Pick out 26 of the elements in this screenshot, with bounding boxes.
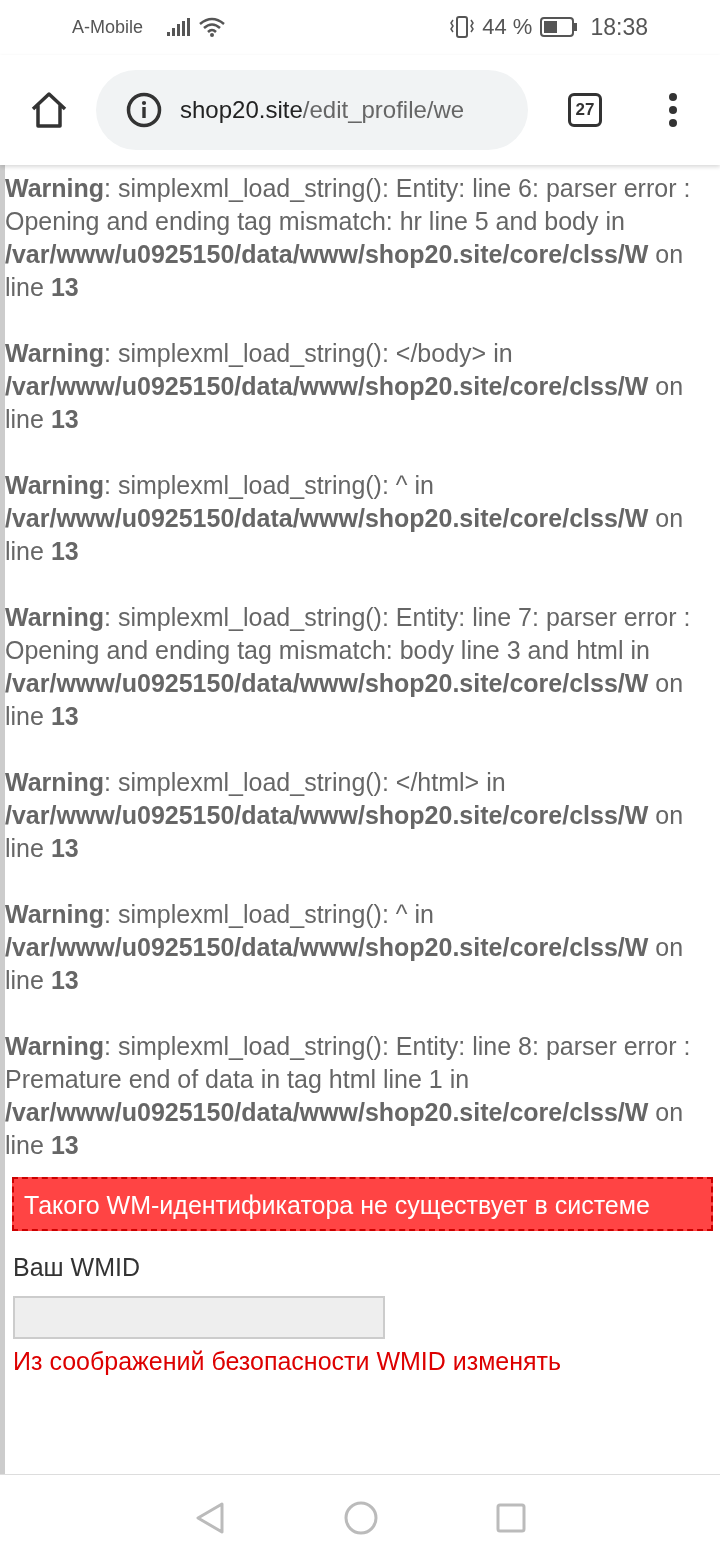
home-circle-icon[interactable] [344, 1500, 378, 1535]
info-icon[interactable] [126, 91, 162, 128]
vibrate-icon [450, 16, 475, 39]
warning-message: Warning: simplexml_load_string(): ^ in /var/www/u0925150/data/www/shop20.site/core/clss/W on line 13 [5, 898, 685, 996]
menu-icon[interactable] [668, 92, 678, 127]
tab-count[interactable]: 27 [568, 92, 602, 127]
address-bar[interactable]: shop20.site/edit_profile/we [96, 69, 528, 150]
error-banner: Такого WM-идентификатора не существует в системе [12, 1176, 713, 1231]
carrier-name: A-Mobile [72, 17, 144, 38]
warning-message: Warning: simplexml_load_string(): </body> in /var/www/u0925150/data/www/shop20.site/core/clss/W on line 13 [5, 337, 685, 435]
warning-message: Warning: simplexml_load_string(): ^ in /var/www/u0925150/data/www/shop20.site/core/clss/W on line 13 [5, 469, 685, 567]
warning-message: Warning: simplexml_load_string(): Entity: line 6: parser error : Opening and ending tag mismatch: hr line 5 and body in /var/www/u0925150/data/www/shop20.site/core/clss/W on line 13 [5, 172, 692, 303]
recents-icon[interactable] [496, 1502, 526, 1533]
battery-percent: 44 % [482, 14, 533, 41]
clock-time: 18:38 [590, 14, 648, 41]
warning-message: Warning: simplexml_load_string(): </html> in /var/www/u0925150/data/www/shop20.site/core/clss/W on line 13 [5, 766, 685, 864]
warning-message: Warning: simplexml_load_string(): Entity: line 7: parser error : Opening and ending tag mismatch: body line 3 and html in /var/www/u0925150/data/www/shop20.site/core/clss/W on line 13 [5, 601, 692, 732]
warning-message: Warning: simplexml_load_string(): Entity: line 8: parser error : Premature end of data in tag html line 1 in /var/www/u0925150/data/www/shop20.site/core/clss/W on line 13 [5, 1030, 692, 1161]
home-icon[interactable] [30, 90, 68, 129]
signal-icon [167, 18, 192, 37]
url-text: shop20.site/edit_profile/we [180, 95, 465, 124]
back-icon[interactable] [194, 1500, 226, 1535]
wifi-icon [199, 17, 226, 38]
field-label: Ваш WMID [13, 1252, 141, 1282]
security-note: Из соображений безопасности WMID изменять [13, 1346, 563, 1376]
battery-icon [540, 17, 579, 38]
